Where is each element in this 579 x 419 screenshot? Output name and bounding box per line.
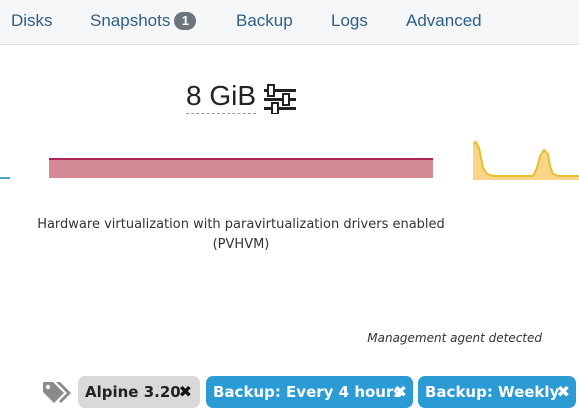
memory-value[interactable]: 8 GiB bbox=[186, 80, 257, 114]
tag-label: Backup: Every 4 hours bbox=[213, 383, 403, 401]
tag-remove-icon[interactable]: ✖ bbox=[179, 376, 192, 408]
snapshots-count-badge: 1 bbox=[174, 12, 197, 30]
tab-bar: Disks Snapshots 1 Backup Logs Advanced bbox=[0, 0, 579, 45]
tab-snapshots[interactable]: Snapshots 1 bbox=[90, 11, 197, 31]
usage-sparkline bbox=[473, 140, 579, 180]
tag-alpine: Alpine 3.20 ✖ bbox=[78, 376, 200, 408]
tag-remove-icon[interactable]: ✖ bbox=[394, 376, 407, 408]
tab-backup[interactable]: Backup bbox=[236, 11, 293, 31]
left-chart-edge bbox=[0, 177, 10, 179]
memory-usage-bar-top bbox=[49, 158, 433, 160]
tab-snapshots-label: Snapshots bbox=[90, 11, 171, 30]
memory-usage-bar bbox=[49, 159, 433, 178]
virtualization-mode: Hardware virtualization with paravirtual… bbox=[37, 217, 445, 252]
tag-backup-weekly: Backup: Weekly ✖ bbox=[418, 376, 576, 408]
tab-disks[interactable]: Disks bbox=[11, 11, 53, 31]
tags-icon bbox=[43, 382, 71, 403]
tag-backup-every-4-hours: Backup: Every 4 hours ✖ bbox=[206, 376, 413, 408]
vm-advanced-panel: Disks Snapshots 1 Backup Logs Advanced 8 … bbox=[0, 0, 579, 419]
sliders-icon[interactable] bbox=[263, 84, 297, 114]
tab-logs[interactable]: Logs bbox=[331, 11, 368, 31]
tab-advanced[interactable]: Advanced bbox=[406, 11, 482, 31]
management-agent-status: Management agent detected bbox=[367, 331, 542, 345]
tag-label: Backup: Weekly bbox=[425, 383, 560, 401]
tag-label: Alpine 3.20 bbox=[85, 383, 181, 401]
tag-remove-icon[interactable]: ✖ bbox=[557, 376, 570, 408]
